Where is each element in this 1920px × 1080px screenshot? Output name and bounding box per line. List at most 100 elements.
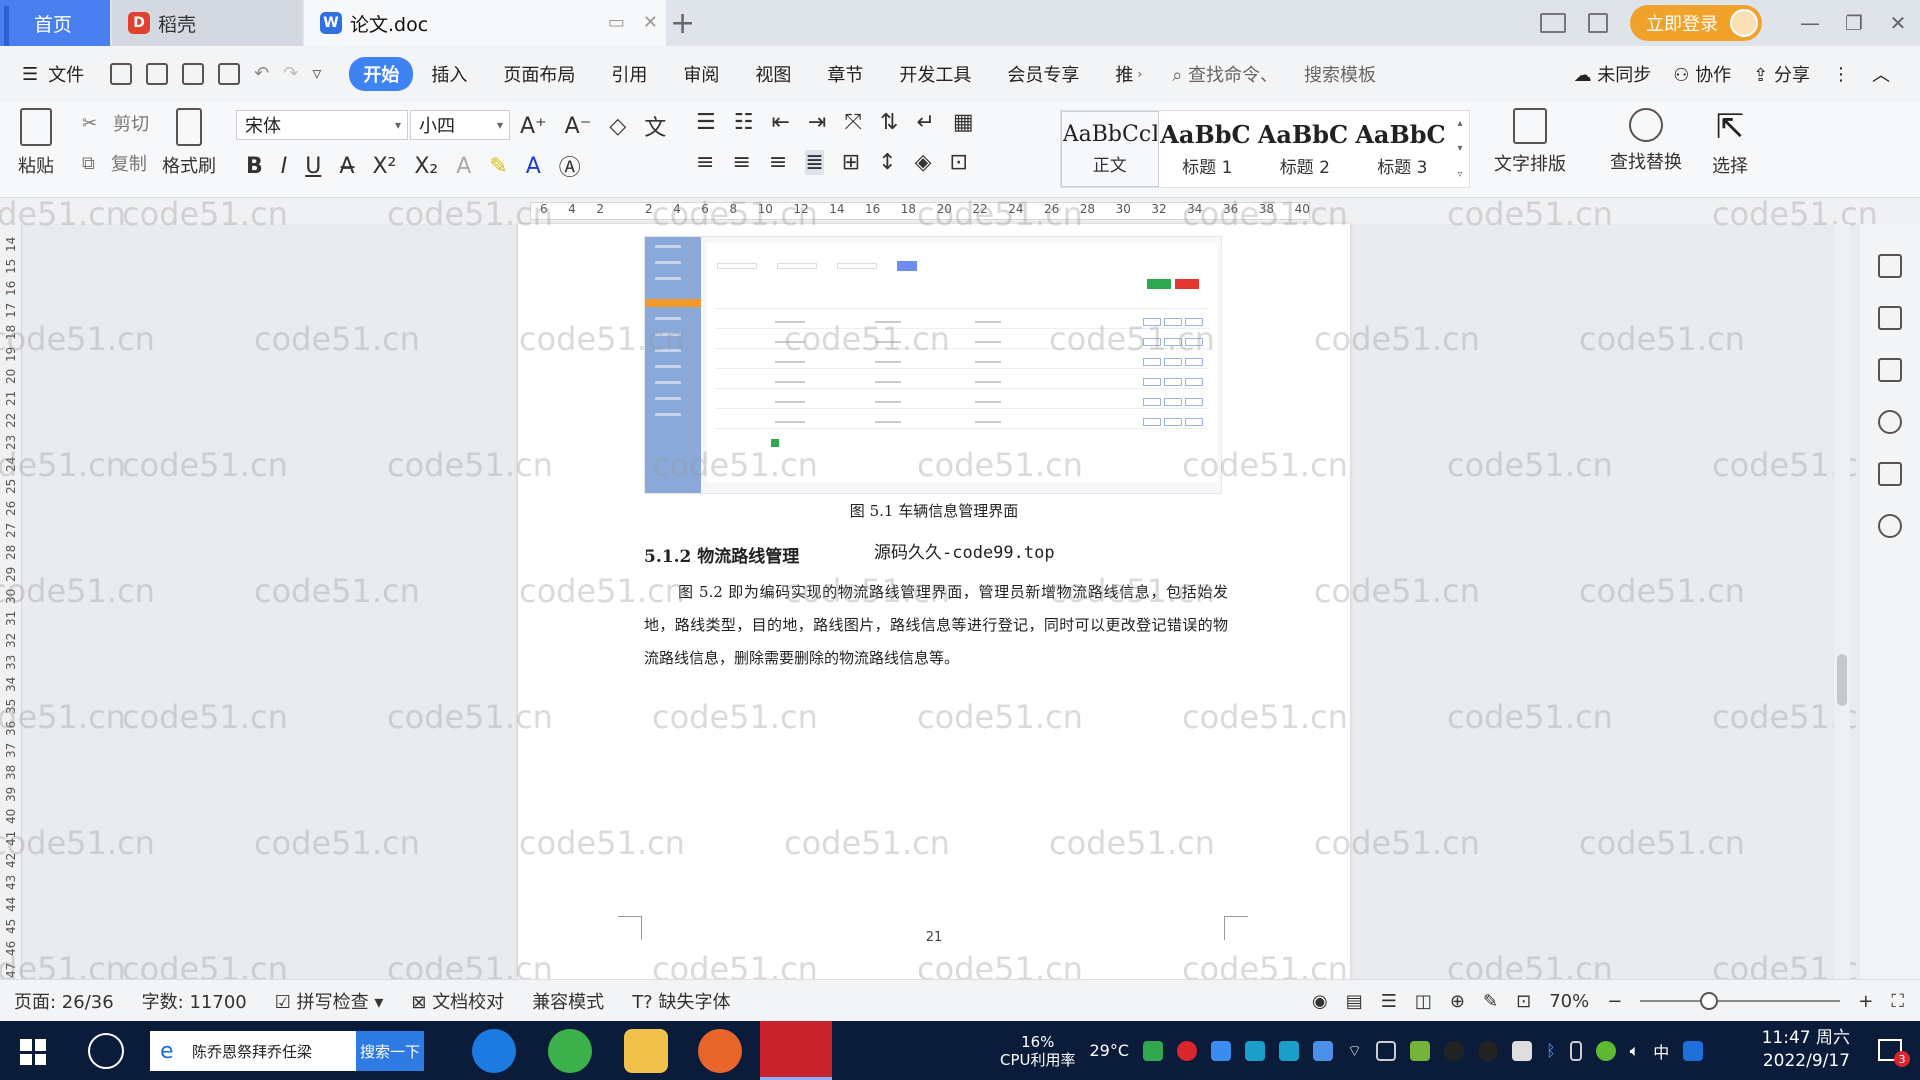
grid-apps-icon[interactable] [1588,13,1608,33]
page-view-icon[interactable]: ▤ [1346,991,1363,1012]
customize-dropdown-icon[interactable]: ▿ [312,63,321,85]
close-window-icon[interactable]: ✕ [1876,11,1920,35]
align-center-icon[interactable]: ≡ [732,150,750,175]
bullets-icon[interactable]: ☰ [696,110,716,135]
tab-references[interactable]: 引用 [593,61,665,87]
paste-button[interactable]: 粘贴 [18,108,54,178]
battery-icon[interactable] [1512,1040,1533,1061]
tray-app-icon[interactable] [1177,1040,1198,1061]
undo-icon[interactable]: ↶ [254,63,269,85]
tab-chapter[interactable]: 章节 [809,61,881,87]
tray-app-icon[interactable] [1245,1040,1266,1061]
zoom-slider[interactable] [1640,992,1841,1010]
command-search[interactable]: ⌕ 查找命令、 搜索模板 [1172,61,1376,87]
print-icon[interactable] [182,63,205,85]
taskbar-search-button[interactable]: 搜索一下 [356,1031,424,1071]
text-effect-icon[interactable]: A [456,154,471,179]
select-button[interactable]: ⇱ 选择 [1712,108,1748,178]
tab-review[interactable]: 审阅 [665,61,737,87]
style-heading-2[interactable]: AaBbC 标题 2 [1256,111,1354,187]
file-menu[interactable]: ☰ 文件 [22,61,84,87]
tray-app-icon[interactable] [1683,1040,1704,1061]
shading-icon[interactable]: ◈ [915,150,932,175]
proofread-button[interactable]: ⊠ 文档校对 [411,988,504,1014]
subscript-icon[interactable]: X₂ [414,154,438,179]
redo-icon[interactable]: ↷ [283,63,298,85]
tab-view[interactable]: 视图 [737,61,809,87]
zoom-out-icon[interactable]: − [1607,991,1622,1012]
underline-icon[interactable]: U [305,154,321,179]
sync-button[interactable]: ☁ 未同步 [1574,61,1652,87]
embedded-screenshot-image[interactable] [644,236,1222,494]
tab-daoke[interactable]: D 稻壳 [112,0,302,46]
fit-page-icon[interactable]: ⊡ [1516,991,1531,1012]
tray-app-icon[interactable] [1143,1040,1164,1061]
web-view-icon[interactable]: ⊕ [1450,991,1465,1012]
style-heading-3[interactable]: AaBbC 标题 3 [1354,111,1452,187]
login-button[interactable]: 立即登录 [1630,5,1762,41]
tab-recommend[interactable]: 推 [1097,61,1137,87]
tray-app-icon[interactable] [1376,1040,1397,1061]
distributed-icon[interactable]: ⊞ [842,150,860,175]
document-page[interactable]: 图 5.1 车辆信息管理界面 5.1.2 物流路线管理 源码久久-code99.… [518,224,1350,979]
tray-app-icon[interactable] [1279,1040,1300,1061]
360-browser-icon[interactable] [548,1029,592,1073]
bluetooth-icon[interactable]: ᛒ [1546,1041,1556,1060]
tab-home[interactable]: 首页 [0,0,110,64]
qq-icon[interactable] [1478,1040,1499,1061]
tab-member[interactable]: 会员专享 [989,61,1097,87]
increase-indent-icon[interactable]: ⇥ [808,110,826,135]
ie-browser-icon[interactable] [472,1029,516,1073]
line-spacing-icon[interactable]: ↕ [878,150,896,175]
file-explorer-icon[interactable] [624,1029,668,1073]
zoom-level[interactable]: 70% [1549,991,1589,1012]
clear-format-icon[interactable]: ◇ [609,114,626,139]
sort-icon[interactable]: ⇅ [880,110,898,135]
word-count[interactable]: 字数: 11700 [142,988,247,1014]
backup-icon[interactable] [1878,514,1902,538]
save-icon[interactable] [110,63,133,85]
text-layout-button[interactable]: 文字排版 [1494,108,1566,176]
chinese-layout-icon[interactable]: ⤧ [844,110,862,135]
page-indicator[interactable]: 页面: 26/36 [14,988,114,1014]
new-tab-plus-icon[interactable]: + [670,6,695,41]
borders-icon[interactable]: ⊡ [950,150,968,175]
styles-scroll-up-icon[interactable]: ▴ [1458,118,1463,129]
qq-icon[interactable] [1444,1040,1465,1061]
wps-app-icon[interactable] [760,1021,832,1080]
spell-check-button[interactable]: ☑ 拼写检查 ▾ [275,988,384,1014]
show-marks-icon[interactable]: ↵ [916,110,934,135]
game-app-icon[interactable] [698,1029,742,1073]
highlight-icon[interactable]: ✎ [489,154,507,179]
horizontal-ruler[interactable]: 6 4 2 2 4 6 8 10 12 14 16 18 20 22 24 26 28 30 32 34 36 38 40 [0,198,1920,224]
align-right-icon[interactable]: ≡ [769,150,787,175]
phonetic-icon[interactable]: 文 [644,110,666,142]
weather-temp[interactable]: 29°C [1090,1041,1130,1060]
cut-button[interactable]: ✂ 剪切 [82,110,149,136]
taskbar-search-input[interactable]: e 陈乔恩祭拜乔任梁 [150,1031,356,1071]
tab-developer[interactable]: 开发工具 [881,61,989,87]
numbering-icon[interactable]: ☷ [734,110,754,135]
tab-start[interactable]: 开始 [349,57,414,91]
vertical-scrollbar[interactable] [1834,224,1850,979]
minimize-icon[interactable]: — [1788,11,1832,35]
char-border-icon[interactable]: Ⓐ [559,150,581,182]
styles-scroll-down-icon[interactable]: ▾ [1458,143,1463,154]
nvidia-icon[interactable] [1410,1040,1431,1061]
increase-font-icon[interactable]: A⁺ [520,114,547,139]
help-icon[interactable] [1878,410,1902,434]
tab-page-layout[interactable]: 页面布局 [485,61,593,87]
ime-indicator[interactable]: 中 [1653,1039,1669,1063]
export-pdf-icon[interactable] [146,63,169,85]
windows-start-icon[interactable] [20,1039,46,1065]
reading-view-icon[interactable]: ◫ [1415,991,1432,1012]
more-icon[interactable]: ⋮ [1832,64,1850,85]
pen-icon[interactable] [1878,254,1902,278]
missing-font-button[interactable]: T? 缺失字体 [632,988,730,1014]
copy-button[interactable]: ⧉ 复制 [82,150,147,176]
scrollbar-thumb[interactable] [1837,654,1847,706]
system-clock[interactable]: 11:47 周六 2022/9/17 [1762,1027,1850,1073]
eye-protect-icon[interactable]: ◉ [1312,991,1328,1012]
fullscreen-icon[interactable]: ⛶ [1891,991,1904,1012]
collapse-ribbon-icon[interactable]: ︿ [1872,61,1890,87]
